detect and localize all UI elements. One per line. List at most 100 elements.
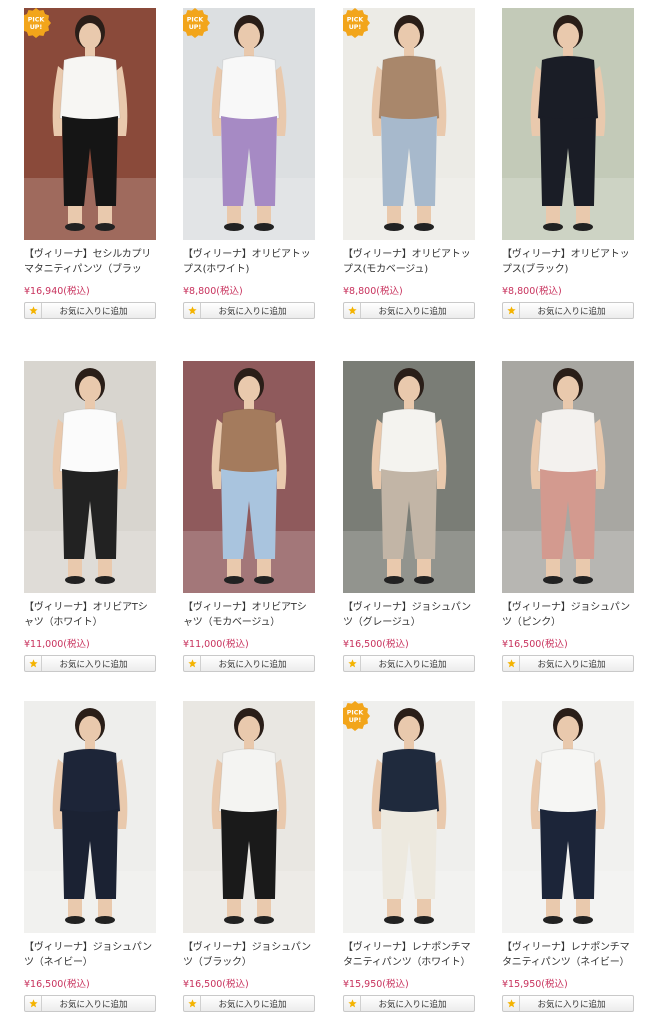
add-to-favorites-button[interactable]: お気に入りに追加 [502,655,634,672]
product-price: ¥8,800(税込) [502,286,562,297]
pick-up-badge: PICK UP! [24,8,51,38]
pick-up-badge: PICK UP! [183,8,210,38]
product-card[interactable]: 【ヴィリーナ】オリビアTシャツ（ホワイト） ¥11,000(税込) お気に入りに追加 [24,361,156,672]
pick-badge-line1: PICK [347,710,365,717]
product-image[interactable]: PICK UP! [343,8,475,240]
product-name-link[interactable]: 【ヴィリーナ】ジョシュパンツ（ピンク） [502,600,634,630]
product-photo-illustration [24,701,156,933]
product-image[interactable] [24,701,156,933]
product-name-link[interactable]: 【ヴィリーナ】オリビアトップス(ホワイト) [183,247,315,277]
product-photo-illustration [343,361,475,593]
star-icon [344,996,361,1011]
add-to-favorites-button[interactable]: お気に入りに追加 [502,995,634,1012]
product-price: ¥15,950(税込) [343,979,409,990]
star-icon [503,996,520,1011]
add-to-favorites-button[interactable]: お気に入りに追加 [24,995,156,1012]
product-photo-illustration [502,8,634,240]
add-to-favorites-label: お気に入りに追加 [537,999,606,1010]
add-to-favorites-label: お気に入りに追加 [59,306,128,317]
product-image[interactable]: PICK UP! [24,8,156,240]
product-card[interactable]: 【ヴィリーナ】レナポンチマタニティパンツ（ネイビー） ¥15,950(税込) お気に… [502,701,634,1012]
product-image[interactable] [343,361,475,593]
product-price: ¥15,950(税込) [502,979,568,990]
add-to-favorites-button[interactable]: お気に入りに追加 [24,302,156,319]
add-to-favorites-label: お気に入りに追加 [218,659,287,670]
add-to-favorites-button[interactable]: お気に入りに追加 [502,302,634,319]
product-card[interactable]: 【ヴィリーナ】オリビアトップス(ブラック) ¥8,800(税込) お気に入りに追加 [502,8,634,319]
product-name-link[interactable]: 【ヴィリーナ】ジョシュパンツ（グレージュ） [343,600,475,630]
star-icon [184,656,201,671]
add-to-favorites-button[interactable]: お気に入りに追加 [24,655,156,672]
add-to-favorites-button[interactable]: お気に入りに追加 [183,655,315,672]
product-price: ¥8,800(税込) [183,286,243,297]
product-name-link[interactable]: 【ヴィリーナ】オリビアTシャツ（ホワイト） [24,600,156,630]
product-photo-illustration [343,701,475,933]
product-card[interactable]: 【ヴィリーナ】ジョシュパンツ（ネイビー） ¥16,500(税込) お気に入りに追加 [24,701,156,1012]
pick-up-badge: PICK UP! [343,701,370,731]
add-to-favorites-label: お気に入りに追加 [378,999,447,1010]
product-name-link[interactable]: 【ヴィリーナ】レナポンチマタニティパンツ（ホワイト） [343,940,475,970]
product-card[interactable]: 【ヴィリーナ】ジョシュパンツ（グレージュ） ¥16,500(税込) お気に入りに追加 [343,361,475,672]
star-icon [344,656,361,671]
star-icon [503,303,520,318]
pick-badge-line1: PICK [28,17,46,24]
pick-badge-line1: PICK [347,17,365,24]
pick-badge-line2: UP! [189,24,202,31]
product-image[interactable] [24,361,156,593]
product-price: ¥16,500(税込) [183,979,249,990]
product-image[interactable] [502,361,634,593]
star-icon [184,996,201,1011]
product-card[interactable]: 【ヴィリーナ】ジョシュパンツ（ピンク） ¥16,500(税込) お気に入りに追加 [502,361,634,672]
product-photo-illustration [183,8,315,240]
product-price: ¥8,800(税込) [343,286,403,297]
product-image[interactable] [502,8,634,240]
product-name-link[interactable]: 【ヴィリーナ】ジョシュパンツ（ブラック） [183,940,315,970]
product-name-link[interactable]: 【ヴィリーナ】ジョシュパンツ（ネイビー） [24,940,156,970]
product-photo-illustration [24,361,156,593]
product-card[interactable]: 【ヴィリーナ】ジョシュパンツ（ブラック） ¥16,500(税込) お気に入りに追加 [183,701,315,1012]
product-card[interactable]: PICK UP! 【ヴィリーナ】オリビアトップス(モカベージュ) ¥8,800(税込)… [343,8,475,319]
add-to-favorites-label: お気に入りに追加 [218,306,287,317]
pick-up-badge: PICK UP! [343,8,370,38]
product-name-link[interactable]: 【ヴィリーナ】レナポンチマタニティパンツ（ネイビー） [502,940,634,970]
product-price: ¥16,500(税込) [343,639,409,650]
product-photo-illustration [183,361,315,593]
pick-badge-line2: UP! [30,24,43,31]
product-card[interactable]: PICK UP! 【ヴィリーナ】レナポンチマタニティパンツ（ホワイト） ¥15,950… [343,701,475,1012]
product-name-link[interactable]: 【ヴィリーナ】オリビアトップス(ブラック) [502,247,634,277]
product-image[interactable] [183,361,315,593]
product-image[interactable]: PICK UP! [343,701,475,933]
product-price: ¥11,000(税込) [183,639,249,650]
add-to-favorites-label: お気に入りに追加 [218,999,287,1010]
product-photo-illustration [502,361,634,593]
product-price: ¥16,940(税込) [24,286,90,297]
product-price: ¥16,500(税込) [502,639,568,650]
star-icon [344,303,361,318]
product-name-link[interactable]: 【ヴィリーナ】オリビアトップス(モカベージュ) [343,247,475,277]
pick-badge-line2: UP! [349,24,362,31]
add-to-favorites-button[interactable]: お気に入りに追加 [183,995,315,1012]
pick-badge-line2: UP! [349,717,362,724]
star-icon [25,303,42,318]
add-to-favorites-button[interactable]: お気に入りに追加 [343,302,475,319]
product-name-link[interactable]: 【ヴィリーナ】セシルカプリマタニティパンツ（ブラック） [24,247,156,277]
product-photo-illustration [343,8,475,240]
add-to-favorites-label: お気に入りに追加 [59,999,128,1010]
star-icon [503,656,520,671]
add-to-favorites-button[interactable]: お気に入りに追加 [183,302,315,319]
product-image[interactable]: PICK UP! [183,8,315,240]
add-to-favorites-button[interactable]: お気に入りに追加 [343,655,475,672]
product-card[interactable]: PICK UP! 【ヴィリーナ】オリビアトップス(ホワイト) ¥8,800(税込) お気… [183,8,315,319]
add-to-favorites-label: お気に入りに追加 [378,306,447,317]
product-image[interactable] [183,701,315,933]
product-price: ¥16,500(税込) [24,979,90,990]
product-price: ¥11,000(税込) [24,639,90,650]
product-name-link[interactable]: 【ヴィリーナ】オリビアTシャツ（モカベージュ） [183,600,315,630]
add-to-favorites-button[interactable]: お気に入りに追加 [343,995,475,1012]
product-photo-illustration [24,8,156,240]
product-image[interactable] [502,701,634,933]
product-card[interactable]: 【ヴィリーナ】オリビアTシャツ（モカベージュ） ¥11,000(税込) お気に入りに… [183,361,315,672]
add-to-favorites-label: お気に入りに追加 [59,659,128,670]
add-to-favorites-label: お気に入りに追加 [537,306,606,317]
product-card[interactable]: PICKUP! 【ヴィリーナ】セシルカプリマタニティパンツ（ブラック） ¥16,94… [24,8,156,319]
